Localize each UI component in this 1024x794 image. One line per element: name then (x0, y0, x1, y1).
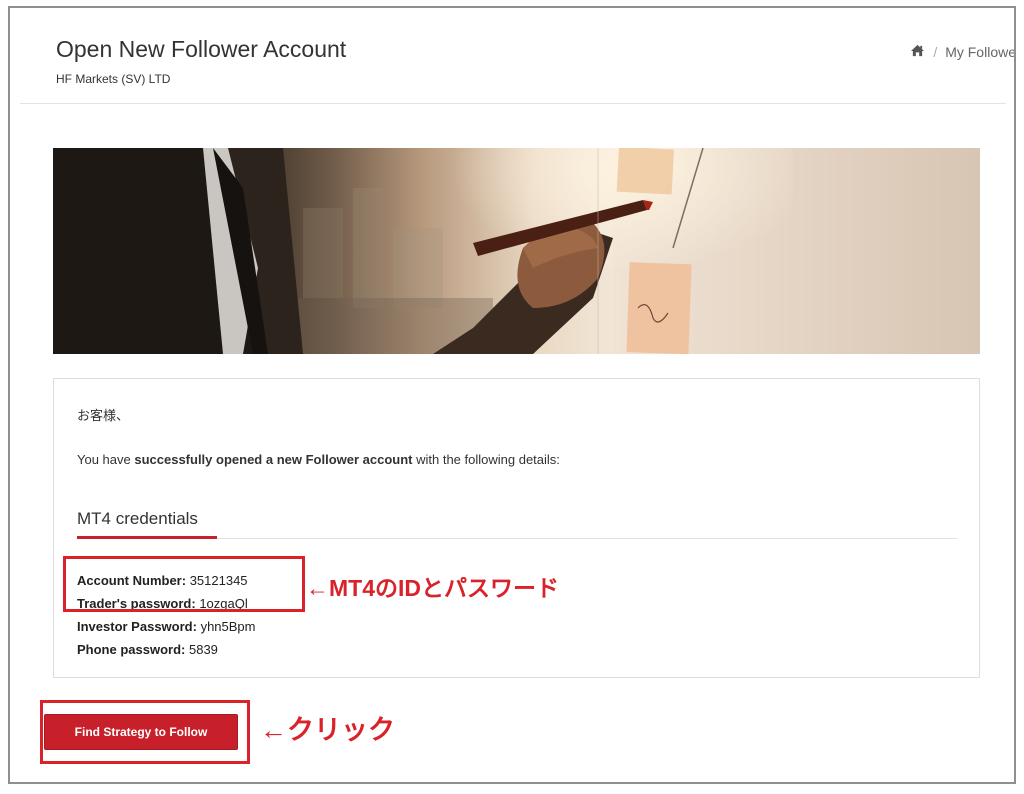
investor-password-value: yhn5Bpm (200, 619, 256, 634)
phone-password-row: Phone password: 5839 (77, 642, 218, 657)
hero-image (53, 148, 980, 354)
investor-password-row: Investor Password: yhn5Bpm (77, 619, 255, 634)
browser-frame: Open New Follower Account HF Markets (SV… (8, 6, 1016, 784)
success-message: You have successfully opened a new Follo… (77, 452, 560, 467)
page-subtitle: HF Markets (SV) LTD (56, 72, 171, 86)
credentials-highlight-box (63, 556, 305, 612)
phone-password-label: Phone password: (77, 642, 186, 657)
message-prefix: You have (77, 452, 135, 467)
investor-password-label: Investor Password: (77, 619, 197, 634)
credentials-divider (217, 538, 957, 539)
page-title: Open New Follower Account (56, 36, 347, 62)
credentials-annotation: ←MT4のIDとパスワード (306, 575, 559, 601)
greeting-text: お客様、 (77, 408, 130, 423)
home-icon[interactable] (910, 44, 925, 60)
message-bold: successfully opened a new Follower accou… (134, 452, 413, 467)
page-header: Open New Follower Account HF Markets (SV… (20, 8, 1014, 104)
phone-password-value: 5839 (188, 642, 218, 657)
click-annotation: ←クリック (260, 715, 395, 745)
breadcrumb: / My Followe (910, 44, 1014, 60)
credentials-title-underline (77, 536, 217, 539)
find-strategy-button[interactable]: Find Strategy to Follow (44, 714, 238, 750)
breadcrumb-separator: / (933, 44, 938, 60)
credentials-title: MT4 credentials (77, 509, 198, 528)
account-details-card: お客様、 You have successfully opened a new … (53, 378, 980, 678)
message-suffix: with the following details: (412, 452, 560, 467)
breadcrumb-current[interactable]: My Followe (945, 44, 1014, 60)
